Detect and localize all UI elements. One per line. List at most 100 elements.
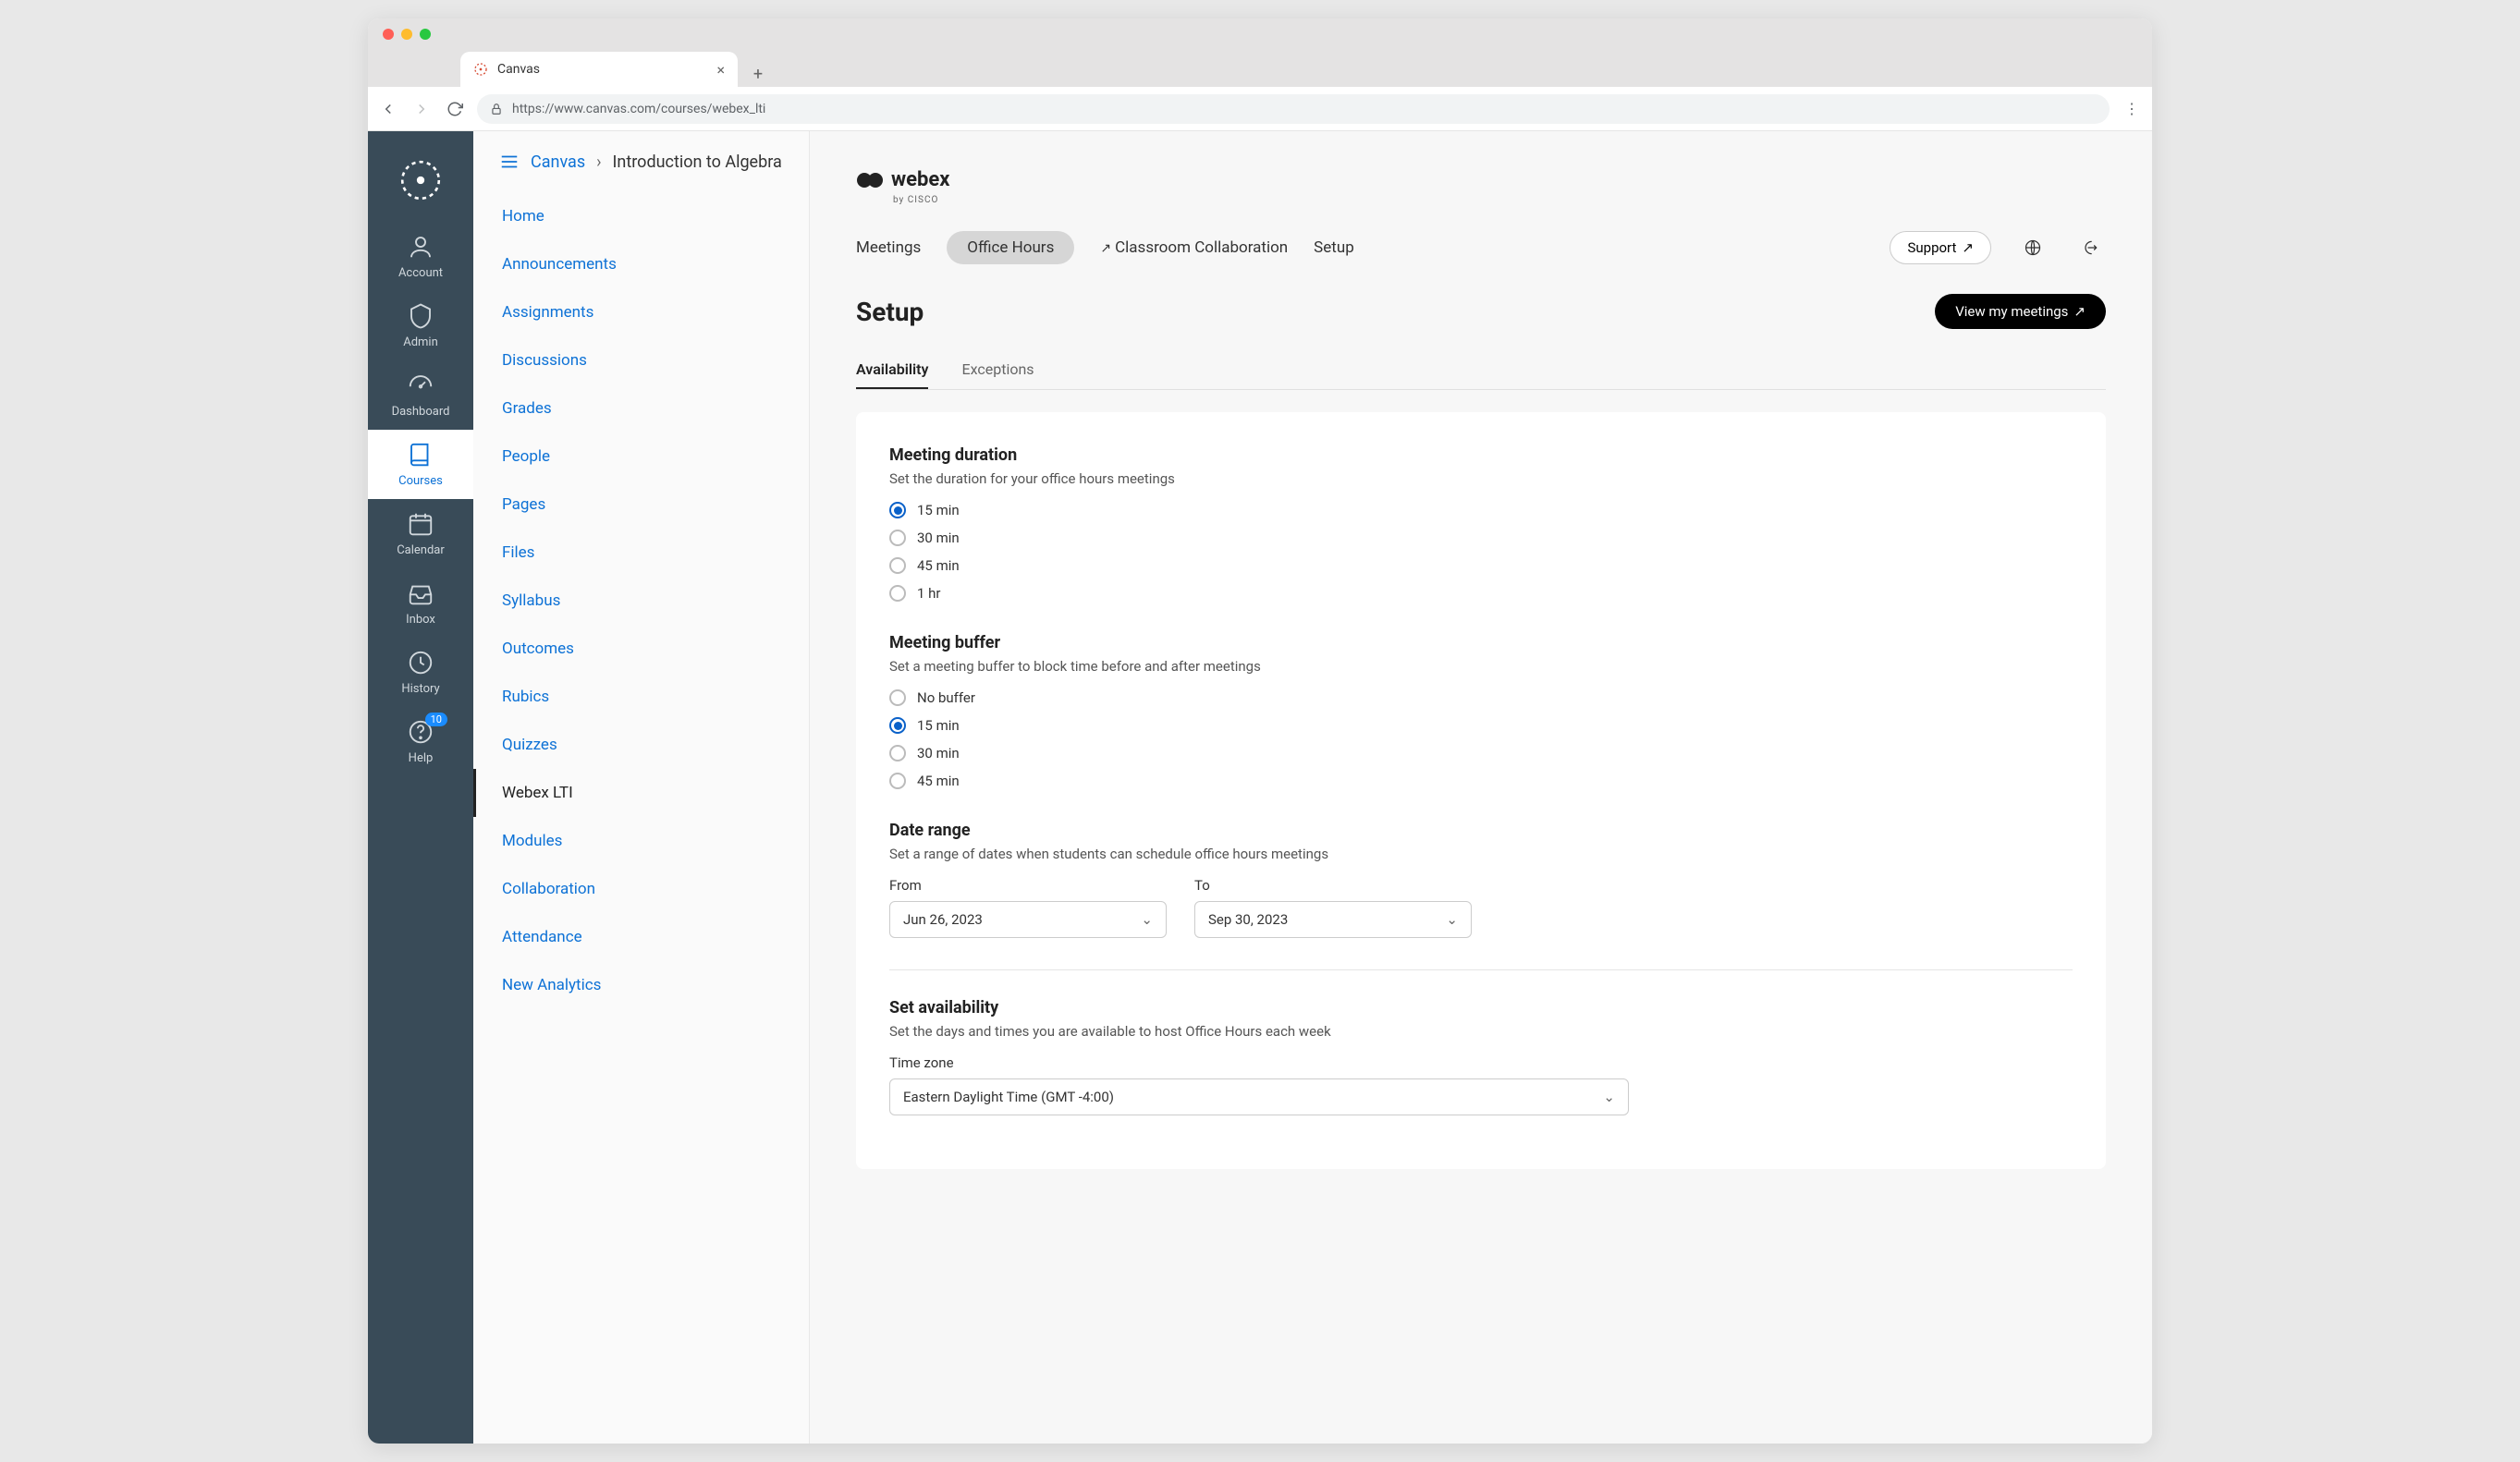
rail-label: Calendar <box>397 543 445 557</box>
rail-inbox[interactable]: Inbox <box>368 568 473 638</box>
rail-admin[interactable]: Admin <box>368 291 473 360</box>
rail-label: Account <box>398 266 443 280</box>
from-date-select[interactable]: Jun 26, 2023⌄ <box>889 901 1167 938</box>
to-label: To <box>1194 877 1472 894</box>
cm-home[interactable]: Home <box>473 192 809 240</box>
divider <box>889 969 2073 970</box>
rail-history[interactable]: History <box>368 638 473 707</box>
canvas-favicon-icon <box>473 62 488 77</box>
rail-label: Inbox <box>406 613 435 627</box>
maximize-window-button[interactable] <box>420 29 431 40</box>
cm-modules[interactable]: Modules <box>473 817 809 865</box>
cm-grades[interactable]: Grades <box>473 384 809 433</box>
minimize-window-button[interactable] <box>401 29 412 40</box>
tab-strip: Canvas × + <box>368 50 2152 87</box>
radio-30min[interactable]: 30 min <box>889 530 2073 546</box>
radio-15min[interactable]: 15 min <box>889 502 2073 518</box>
globe-icon[interactable] <box>2017 232 2049 263</box>
cm-rubics[interactable]: Rubics <box>473 673 809 721</box>
course-menu-list: Home Announcements Assignments Discussio… <box>473 192 809 1009</box>
tab-meetings[interactable]: Meetings <box>856 231 921 264</box>
rail-calendar[interactable]: Calendar <box>368 499 473 568</box>
chevron-right-icon: › <box>596 152 601 172</box>
cm-collaboration[interactable]: Collaboration <box>473 865 809 913</box>
app-body: Account Admin Dashboard Courses Calendar… <box>368 131 2152 1444</box>
radio-icon <box>889 530 906 546</box>
tab-title: Canvas <box>497 62 540 77</box>
cm-syllabus[interactable]: Syllabus <box>473 577 809 625</box>
chevron-down-icon: ⌄ <box>1446 911 1458 928</box>
course-menu: Canvas › Introduction to Algebra Home An… <box>473 131 810 1444</box>
webex-nav: Meetings Office Hours ↗Classroom Collabo… <box>856 231 2106 264</box>
tz-label: Time zone <box>889 1054 2073 1071</box>
cm-announcements[interactable]: Announcements <box>473 240 809 288</box>
radio-icon <box>889 502 906 518</box>
tab-setup[interactable]: Setup <box>1314 231 1354 264</box>
avail-title: Set availability <box>889 998 2073 1017</box>
cm-assignments[interactable]: Assignments <box>473 288 809 336</box>
new-tab-button[interactable]: + <box>745 61 771 87</box>
cm-new-analytics[interactable]: New Analytics <box>473 961 809 1009</box>
radio-1hr[interactable]: 1 hr <box>889 585 2073 602</box>
cm-people[interactable]: People <box>473 433 809 481</box>
logout-icon[interactable] <box>2074 232 2106 263</box>
cm-pages[interactable]: Pages <box>473 481 809 529</box>
browser-tab[interactable]: Canvas × <box>460 52 738 87</box>
breadcrumb-current: Introduction to Algebra <box>613 152 782 172</box>
page-header: Setup View my meetings↗ <box>856 294 2106 329</box>
hamburger-icon[interactable] <box>499 152 520 172</box>
url-text: https://www.canvas.com/courses/webex_lti <box>512 102 765 116</box>
titlebar <box>368 18 2152 50</box>
radio-icon <box>889 557 906 574</box>
timezone-select[interactable]: Eastern Daylight Time (GMT -4:00)⌄ <box>889 1078 1629 1115</box>
webex-logo: webex <box>856 168 2106 191</box>
external-link-icon: ↗ <box>1962 239 1974 256</box>
cm-outcomes[interactable]: Outcomes <box>473 625 809 673</box>
rail-label: Admin <box>403 335 438 349</box>
duration-title: Meeting duration <box>889 445 2073 465</box>
rail-label: Dashboard <box>392 405 450 419</box>
back-button[interactable] <box>377 98 399 120</box>
cm-attendance[interactable]: Attendance <box>473 913 809 961</box>
to-date-select[interactable]: Sep 30, 2023⌄ <box>1194 901 1472 938</box>
tab-classroom[interactable]: ↗Classroom Collaboration <box>1100 231 1288 264</box>
subtab-exceptions[interactable]: Exceptions <box>961 351 1034 389</box>
rail-account[interactable]: Account <box>368 222 473 291</box>
close-window-button[interactable] <box>383 29 394 40</box>
radio-nobuffer[interactable]: No buffer <box>889 689 2073 706</box>
cm-discussions[interactable]: Discussions <box>473 336 809 384</box>
rail-dashboard[interactable]: Dashboard <box>368 360 473 430</box>
address-bar: https://www.canvas.com/courses/webex_lti… <box>368 87 2152 131</box>
rail-help[interactable]: 10Help <box>368 707 473 776</box>
reload-button[interactable] <box>444 98 466 120</box>
radio-buf15[interactable]: 15 min <box>889 717 2073 734</box>
browser-window: Canvas × + https://www.canvas.com/course… <box>368 18 2152 1444</box>
duration-desc: Set the duration for your office hours m… <box>889 470 2073 487</box>
canvas-logo-icon <box>398 157 444 203</box>
chevron-down-icon: ⌄ <box>1603 1089 1615 1105</box>
radio-buf45[interactable]: 45 min <box>889 773 2073 789</box>
radio-45min[interactable]: 45 min <box>889 557 2073 574</box>
radio-icon <box>889 745 906 761</box>
radio-buf30[interactable]: 30 min <box>889 745 2073 761</box>
breadcrumb-root[interactable]: Canvas <box>531 152 585 172</box>
external-link-icon: ↗ <box>2073 303 2086 320</box>
support-button[interactable]: Support↗ <box>1890 231 1991 264</box>
view-meetings-button[interactable]: View my meetings↗ <box>1935 294 2106 329</box>
forward-button[interactable] <box>410 98 433 120</box>
sub-tabs: Availability Exceptions <box>856 351 2106 390</box>
subtab-availability[interactable]: Availability <box>856 351 928 389</box>
close-tab-icon[interactable]: × <box>716 61 725 79</box>
lock-icon <box>490 103 503 116</box>
section-range: Date range Set a range of dates when stu… <box>889 821 2073 938</box>
range-desc: Set a range of dates when students can s… <box>889 846 2073 862</box>
cm-quizzes[interactable]: Quizzes <box>473 721 809 769</box>
rail-courses[interactable]: Courses <box>368 430 473 499</box>
cm-files[interactable]: Files <box>473 529 809 577</box>
url-field[interactable]: https://www.canvas.com/courses/webex_lti <box>477 94 2110 124</box>
browser-menu-button[interactable]: ⋮ <box>2121 100 2143 117</box>
tab-office-hours[interactable]: Office Hours <box>947 231 1074 264</box>
section-availability: Set availability Set the days and times … <box>889 998 2073 1115</box>
cm-webex-lti[interactable]: Webex LTI <box>473 769 809 817</box>
radio-icon <box>889 689 906 706</box>
